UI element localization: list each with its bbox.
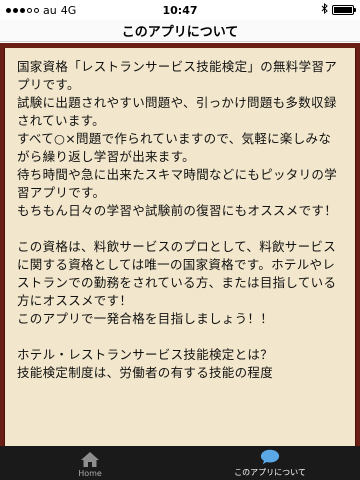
status-right bbox=[321, 2, 356, 17]
status-left: au 4G bbox=[6, 4, 76, 17]
tab-home-label: Home bbox=[78, 469, 102, 478]
intro-paragraph: 国家資格「レストランサービス技能検定」の無料学習アプリです。 試験に出題されやす… bbox=[17, 59, 338, 218]
page-title: このアプリについて bbox=[121, 25, 239, 40]
tab-about[interactable]: このアプリについて bbox=[180, 446, 360, 480]
speech-bubble-icon bbox=[260, 448, 280, 466]
tab-about-label: このアプリについて bbox=[234, 468, 306, 477]
content-frame: 国家資格「レストランサービス技能検定」の無料学習アプリです。 試験に出題されやす… bbox=[0, 43, 360, 446]
exam-description-paragraph: ホテル・レストランサービス技能検定とは？ 技能検定制度は、労働者の有する技能の程… bbox=[17, 347, 274, 380]
carrier-name: au bbox=[43, 3, 57, 17]
home-icon bbox=[80, 450, 100, 468]
status-bar: au 4G 10:47 bbox=[0, 0, 360, 20]
qualification-paragraph: この資格は、料飲サービスのプロとして、料飲サービスに関する資格としては唯一の国家… bbox=[17, 239, 337, 326]
bluetooth-icon bbox=[321, 2, 328, 17]
battery-icon bbox=[332, 5, 356, 15]
navigation-bar: このアプリについて bbox=[0, 20, 360, 42]
tab-home[interactable]: Home bbox=[0, 446, 180, 480]
network-type: 4G bbox=[60, 3, 77, 17]
tab-bar: Home このアプリについて bbox=[0, 446, 360, 480]
signal-strength-icon bbox=[6, 7, 39, 13]
content-scroll-area[interactable]: 国家資格「レストランサービス技能検定」の無料学習アプリです。 試験に出題されやす… bbox=[4, 48, 356, 446]
